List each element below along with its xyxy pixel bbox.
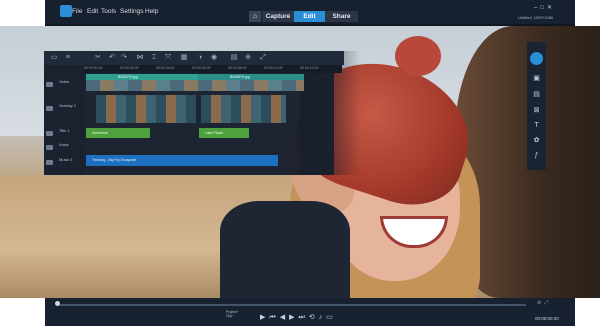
overlay-track bbox=[86, 95, 286, 123]
music-clip[interactable]: Trekking - Big Hip Escapade bbox=[86, 155, 278, 166]
menu-settings[interactable]: Settings bbox=[120, 8, 144, 15]
voice-track-icon[interactable] bbox=[46, 145, 53, 150]
title-clip-name: Lake Placid bbox=[205, 131, 224, 135]
undo-icon[interactable]: ↶ bbox=[108, 54, 116, 62]
timeline-toolbar: ▭ ≡ ✂ ↶ ↷ ⋈ ⌶ ⤧ ▦ ◑ ◉ ▤ ⊕ ⤢ bbox=[44, 51, 344, 65]
menu-help[interactable]: Help bbox=[145, 8, 158, 15]
track-label-video: Video bbox=[59, 79, 70, 84]
zoom-icon[interactable]: ⊕ bbox=[244, 54, 252, 62]
fullscreen-icon[interactable]: ⤢ bbox=[544, 300, 551, 306]
overlay-clip[interactable] bbox=[96, 95, 196, 123]
ruler-time: 00:00:12:00 bbox=[300, 66, 319, 70]
project-status: Untitled, 1920*1080 bbox=[518, 15, 554, 20]
fx-icon[interactable]: ƒ bbox=[532, 151, 541, 160]
title-clip[interactable]: Lake Placid bbox=[199, 128, 249, 138]
timeline-icon[interactable]: ≡ bbox=[64, 54, 72, 62]
tab-share[interactable]: Share bbox=[325, 11, 358, 22]
home-icon[interactable]: ⌂ bbox=[249, 11, 261, 22]
motion-icon[interactable]: ⤧ bbox=[164, 54, 172, 62]
clip-mode[interactable]: Clip~ bbox=[226, 314, 239, 318]
split-icon[interactable]: ⋈ bbox=[136, 54, 144, 62]
scrubber-track[interactable] bbox=[56, 304, 526, 306]
timecode-display[interactable]: 00:00:00:00 bbox=[535, 316, 559, 321]
menu-file[interactable]: File bbox=[72, 8, 82, 15]
transition-icon[interactable]: ⊠ bbox=[532, 106, 541, 115]
subtitle-icon[interactable]: ▤ bbox=[230, 54, 238, 62]
track-label-title: Title 1 bbox=[59, 128, 70, 133]
media-icon[interactable]: ▣ bbox=[532, 74, 541, 83]
track-label-music: Music 1 bbox=[59, 157, 73, 162]
ruler-time: 00:00:00:00 bbox=[84, 66, 103, 70]
ruler-time: 00:00:06:00 bbox=[192, 66, 211, 70]
tab-edit[interactable]: Edit bbox=[294, 11, 325, 22]
title-clip-name: Adventure bbox=[92, 131, 108, 135]
storyboard-icon[interactable]: ▭ bbox=[50, 54, 58, 62]
clip-name: BN0CFH.jpg bbox=[118, 75, 138, 79]
app-logo bbox=[60, 5, 72, 17]
ruler-time: 00:00:04:00 bbox=[156, 66, 175, 70]
window-controls[interactable]: –□✕ bbox=[534, 4, 555, 11]
title-clip[interactable]: Adventure bbox=[86, 128, 150, 138]
overlay-clip[interactable] bbox=[201, 95, 286, 123]
play-icon[interactable]: ▶ bbox=[260, 314, 269, 321]
prev-frame-icon[interactable]: ◀ bbox=[280, 314, 289, 321]
ruler-time: 00:00:08:00 bbox=[228, 66, 247, 70]
video-clip[interactable]: BN0CFH.jpg bbox=[86, 74, 198, 91]
playback-controls: ▶⏮◀▶⏭⟲♪▭ bbox=[260, 313, 337, 322]
overlay-track-icon[interactable] bbox=[46, 106, 53, 111]
trim-icon[interactable]: ⌶ bbox=[150, 54, 158, 62]
zoom-controls: ⊕⤢ bbox=[537, 300, 551, 306]
ruler-time: 00:00:10:00 bbox=[264, 66, 283, 70]
mask-icon[interactable]: ◉ bbox=[210, 54, 218, 62]
home-frame-icon[interactable]: ⏮ bbox=[269, 314, 279, 321]
project-clip-toggle[interactable]: Project~ Clip~ bbox=[226, 310, 239, 318]
track-label-overlay: Overlay 1 bbox=[59, 103, 77, 108]
library-icon[interactable] bbox=[530, 52, 543, 65]
scrubber-handle[interactable] bbox=[55, 301, 60, 306]
redo-icon[interactable]: ↷ bbox=[120, 54, 128, 62]
title-icon[interactable]: T bbox=[532, 121, 541, 130]
graphics-icon[interactable]: ✿ bbox=[532, 136, 541, 145]
track-label-voice: Voice bbox=[59, 142, 69, 147]
video-clip[interactable]: BN0DFH.jpg bbox=[198, 74, 304, 91]
split-screen-icon[interactable]: ▦ bbox=[180, 54, 188, 62]
music-clip-name: Trekking - Big Hip Escapade bbox=[92, 158, 137, 162]
title-track-icon[interactable] bbox=[46, 131, 53, 136]
track-header-panel: Video Overlay 1 Title 1 Voice Music 1 bbox=[44, 65, 84, 175]
time-ruler[interactable]: 00:00:00:00 00:00:02:00 00:00:04:00 00:0… bbox=[62, 65, 342, 73]
clip-name: BN0DFH.jpg bbox=[230, 75, 250, 79]
music-track-icon[interactable] bbox=[46, 160, 53, 165]
hd-icon[interactable]: ▭ bbox=[326, 314, 337, 321]
instant-project-icon[interactable]: ▤ bbox=[532, 90, 541, 99]
menu-edit[interactable]: Edit bbox=[87, 8, 98, 15]
repeat-icon[interactable]: ⟲ bbox=[309, 314, 319, 321]
tab-capture[interactable]: Capture bbox=[262, 11, 294, 22]
color-icon[interactable]: ◑ bbox=[196, 54, 204, 62]
fit-icon[interactable]: ⤢ bbox=[259, 54, 267, 62]
video-track-icon[interactable] bbox=[46, 82, 53, 87]
ruler-time: 00:00:02:00 bbox=[120, 66, 139, 70]
end-frame-icon[interactable]: ⏭ bbox=[298, 314, 308, 321]
menu-tools[interactable]: Tools bbox=[101, 8, 116, 15]
tools-icon[interactable]: ✂ bbox=[94, 54, 102, 62]
